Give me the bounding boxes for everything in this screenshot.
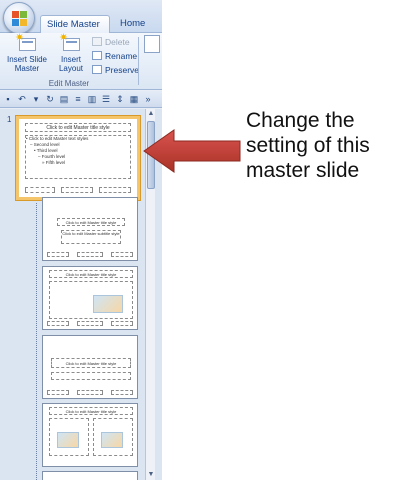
layout-footer-placeholder bbox=[111, 252, 133, 257]
page-number-placeholder bbox=[99, 187, 131, 193]
master-slide-thumbnail[interactable]: Click to edit Master title style • Click… bbox=[16, 116, 140, 200]
undo-icon[interactable]: ↶ bbox=[17, 94, 27, 104]
layout-footer-placeholder bbox=[47, 252, 69, 257]
insert-layout-button[interactable]: ✷ Insert Layout bbox=[52, 33, 90, 74]
bullets-icon[interactable]: ☰ bbox=[101, 94, 111, 104]
insert-slide-master-icon: ✷ bbox=[15, 33, 38, 53]
insert-slide-master-button[interactable]: ✷ Insert Slide Master bbox=[6, 33, 48, 74]
layout-footer-placeholder bbox=[77, 390, 103, 395]
edit-master-group-label: Edit Master bbox=[48, 79, 90, 88]
ribbon-edit-master-group: ✷ Insert Slide Master ✷ Insert Layout De… bbox=[0, 33, 162, 90]
powerpoint-window: Slide Master Home ✷ Insert Slide Master … bbox=[0, 0, 162, 480]
redo-icon[interactable]: ↻ bbox=[45, 94, 55, 104]
insert-layout-label: Insert Layout bbox=[58, 55, 84, 73]
tab-slide-master[interactable]: Slide Master bbox=[40, 15, 110, 34]
content-icons-image bbox=[101, 432, 123, 448]
layout-thumbnail-two-content[interactable]: Click to edit Master title style bbox=[42, 403, 138, 467]
layout-title-placeholder: Click to edit Master title style bbox=[51, 358, 131, 368]
preserve-icon bbox=[92, 65, 102, 74]
layout-thumbnail-section-header[interactable]: Click to edit Master title style bbox=[42, 335, 138, 399]
content-icons-image bbox=[57, 432, 79, 448]
date-placeholder bbox=[25, 187, 55, 193]
format-icon[interactable]: ▤ bbox=[59, 94, 69, 104]
body-line: » Fifth level bbox=[42, 160, 66, 165]
master-title-placeholder: Click to edit Master title style bbox=[25, 123, 131, 132]
footer-placeholder bbox=[61, 187, 93, 193]
layout-footer-placeholder bbox=[77, 252, 103, 257]
insert-slide-master-label: Insert Slide Master bbox=[6, 55, 48, 73]
preserve-label: Preserve bbox=[105, 65, 140, 75]
delete-icon bbox=[92, 37, 102, 46]
layout-text-placeholder bbox=[51, 372, 131, 380]
scroll-up-icon[interactable]: ▲ bbox=[146, 109, 156, 119]
preserve-button[interactable]: Preserve bbox=[92, 65, 139, 77]
layout-subtitle-placeholder: Click to edit Master subtitle style bbox=[61, 230, 121, 244]
columns-icon[interactable]: ▦ bbox=[129, 94, 139, 104]
layout-footer-placeholder bbox=[47, 321, 69, 326]
layout-footer-placeholder bbox=[111, 321, 133, 326]
slide-number: 1 bbox=[7, 115, 12, 124]
layout-connector-line bbox=[36, 203, 37, 480]
layout-footer-placeholder bbox=[47, 390, 69, 395]
red-arrow-icon bbox=[143, 129, 241, 173]
delete-label: Delete bbox=[105, 37, 130, 47]
layout-title-placeholder: Click to edit Master title style bbox=[57, 218, 125, 226]
save-icon[interactable]: ▪ bbox=[3, 94, 13, 104]
ribbon-separator bbox=[138, 37, 139, 85]
ribbon-tab-bar: Slide Master Home bbox=[0, 0, 162, 34]
annotation-callout: Change the setting of this master slide bbox=[246, 109, 370, 182]
layout-title-placeholder: Click to edit Master title style bbox=[49, 270, 133, 278]
dropdown-icon[interactable]: ▾ bbox=[31, 94, 41, 104]
more-icon[interactable]: » bbox=[143, 94, 153, 104]
next-ribbon-button[interactable] bbox=[144, 35, 162, 53]
layout-footer-placeholder bbox=[111, 390, 133, 395]
master-body-placeholder: • Click to edit Master text styles – Sec… bbox=[25, 135, 131, 179]
office-button[interactable] bbox=[3, 2, 35, 34]
layout-footer-placeholder bbox=[77, 321, 103, 326]
rename-label: Rename bbox=[105, 51, 138, 61]
layout-thumbnail-title-content[interactable]: Click to edit Master title style bbox=[42, 266, 138, 330]
layout-icon[interactable]: ▥ bbox=[87, 94, 97, 104]
quick-access-toolbar: ▪ ↶ ▾ ↻ ▤ ≡ ▥ ☰ ⇕ ▦ » bbox=[0, 91, 162, 108]
next-ribbon-icon bbox=[144, 35, 160, 53]
layout-thumbnail-partial[interactable] bbox=[42, 471, 138, 480]
spacing-icon[interactable]: ⇕ bbox=[115, 94, 125, 104]
align-icon[interactable]: ≡ bbox=[73, 94, 83, 104]
rename-icon bbox=[92, 51, 102, 60]
scroll-down-icon[interactable]: ▼ bbox=[146, 470, 156, 480]
rename-button[interactable]: Rename bbox=[92, 51, 137, 63]
layout-thumbnail-title-slide[interactable]: Click to edit Master title style Click t… bbox=[42, 197, 138, 261]
slide-thumbnail-pane: 1 Click to edit Master title style • Cli… bbox=[0, 109, 162, 480]
insert-layout-icon: ✷ bbox=[59, 33, 82, 53]
tab-home[interactable]: Home bbox=[114, 15, 162, 34]
content-icons-image bbox=[93, 295, 123, 313]
office-logo-icon bbox=[12, 11, 28, 27]
layout-title-placeholder: Click to edit Master title style bbox=[49, 407, 133, 415]
delete-button[interactable]: Delete bbox=[92, 37, 130, 49]
